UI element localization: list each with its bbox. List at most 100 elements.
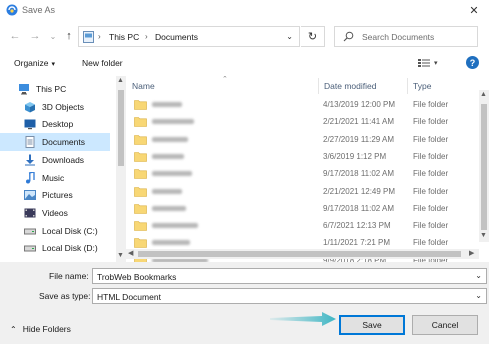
change-view-button[interactable]: ▾ — [418, 57, 438, 68]
videos-icon — [24, 208, 36, 218]
chevron-down-icon[interactable]: ⌄ — [475, 271, 482, 280]
nav-item-music[interactable]: Music — [0, 169, 110, 187]
nav-item-label: This PC — [36, 84, 67, 94]
save-as-type-select[interactable]: HTML Document ⌄ — [92, 288, 487, 304]
save-options-panel: File name: TrobWeb Bookmarks ⌄ Save as t… — [0, 262, 489, 344]
desktop-icon — [24, 119, 36, 130]
chevron-down-icon[interactable]: ⌄ — [286, 32, 293, 41]
nav-item-local-disk-d[interactable]: Local Disk (D:) — [0, 239, 110, 257]
view-options-icon — [418, 58, 430, 67]
file-type: File folder — [413, 221, 449, 231]
folder-icon — [134, 203, 147, 214]
scrollbar-thumb[interactable] — [118, 90, 124, 166]
back-arrow-icon[interactable]: ← — [8, 29, 22, 43]
command-bar: Organize ▾ New folder ▾ ? — [0, 52, 489, 74]
nav-item-local-disk-c[interactable]: Local Disk (C:) — [0, 222, 110, 240]
file-list-vertical-scrollbar[interactable]: ▲ ▼ — [479, 90, 489, 242]
folder-icon — [134, 100, 147, 110]
file-date: 2/21/2021 12:49 PM — [323, 186, 396, 196]
chevron-up-icon: ⌃ — [10, 324, 17, 334]
chevron-down-icon[interactable]: ⌄ — [475, 291, 482, 300]
file-list-horizontal-scrollbar[interactable]: ◀ ▶ — [126, 249, 479, 259]
cancel-button[interactable]: Cancel — [412, 315, 478, 335]
file-name-label: File name: — [49, 271, 89, 281]
crumb-documents[interactable]: Documents — [155, 32, 198, 42]
file-type: File folder — [413, 134, 449, 144]
file-row[interactable]: 9/17/2018 11:02 AM File folder — [126, 165, 476, 182]
file-row[interactable]: 2/27/2019 11:29 AM File folder — [126, 131, 476, 148]
scroll-up-icon[interactable]: ▲ — [117, 77, 124, 84]
scrollbar-thumb[interactable] — [481, 104, 487, 230]
scroll-right-icon[interactable]: ▶ — [469, 249, 474, 257]
file-row[interactable]: 2/21/2021 11:41 AM File folder — [126, 113, 476, 130]
search-input[interactable]: Search Documents — [334, 26, 478, 47]
nav-item-this-pc[interactable]: This PC — [0, 80, 110, 98]
crumb-separator-icon: › — [145, 32, 148, 41]
scroll-down-icon[interactable]: ▼ — [117, 252, 124, 259]
folder-icon — [134, 152, 147, 162]
documents-icon — [25, 136, 35, 149]
nav-item-3d-objects[interactable]: 3D Objects — [0, 98, 110, 116]
crumb-separator-icon: › — [98, 32, 101, 41]
refresh-icon: ↻ — [307, 31, 318, 43]
file-date: 4/13/2019 12:00 PM — [323, 100, 396, 109]
folder-location-icon — [83, 31, 94, 43]
scroll-up-icon[interactable]: ▲ — [480, 91, 487, 98]
close-button[interactable]: ✕ — [459, 0, 489, 20]
column-header-name[interactable]: Name — [132, 76, 155, 96]
refresh-button[interactable]: ↻ — [301, 26, 325, 47]
address-bar[interactable]: › This PC › Documents ⌄ — [78, 26, 300, 47]
organize-button[interactable]: Organize ▾ — [14, 58, 55, 68]
column-header-type[interactable]: Type — [413, 76, 431, 96]
file-date: 6/7/2021 12:13 PM — [323, 221, 391, 231]
new-folder-button[interactable]: New folder — [82, 58, 123, 68]
download-icon — [25, 154, 35, 166]
hide-folders-label: Hide Folders — [22, 324, 71, 334]
navigation-pane[interactable]: This PC 3D Objects Desktop Documents Downloa… — [0, 76, 116, 262]
title-bar: Save As ✕ — [0, 0, 489, 20]
help-button[interactable]: ? — [466, 56, 479, 69]
nav-item-downloads[interactable]: Downloads — [0, 151, 110, 169]
column-header-date[interactable]: Date modified — [324, 76, 376, 96]
scroll-left-icon[interactable]: ◀ — [128, 249, 133, 257]
file-row[interactable]: 2/21/2021 12:49 PM File folder — [126, 183, 476, 200]
file-row[interactable]: 6/7/2021 12:13 PM File folder — [126, 217, 476, 234]
nav-item-label: Local Disk (C:) — [42, 225, 98, 236]
column-divider[interactable] — [318, 78, 319, 94]
nav-item-desktop[interactable]: Desktop — [0, 115, 110, 133]
save-button[interactable]: Save — [339, 315, 405, 335]
file-list[interactable]: Name ⌃ Date modified Type 4/13/2019 12:0… — [126, 76, 489, 262]
nav-item-label: Desktop — [42, 119, 74, 130]
file-type: File folder — [413, 203, 449, 213]
recent-locations-icon[interactable]: ⌄ — [46, 29, 60, 43]
nav-item-label: Pictures — [42, 190, 73, 201]
file-type: File folder — [413, 100, 449, 109]
scroll-down-icon[interactable]: ▼ — [480, 232, 487, 239]
file-date: 3/6/2019 1:12 PM — [323, 151, 387, 161]
save-as-type-label: Save as type: — [39, 291, 91, 301]
file-row[interactable]: 4/13/2019 12:00 PM File folder — [126, 96, 476, 113]
file-row[interactable]: 3/6/2019 1:12 PM File folder — [126, 148, 476, 165]
navigation-scrollbar[interactable]: ▲ ▼ — [116, 76, 126, 262]
save-as-type-value: HTML Document — [97, 292, 161, 302]
caret-down-icon: ▾ — [434, 60, 438, 67]
nav-item-documents[interactable]: Documents — [0, 133, 110, 152]
nav-item-videos[interactable]: Videos — [0, 204, 110, 222]
search-icon — [343, 31, 354, 42]
crumb-this-pc[interactable]: This PC — [109, 32, 139, 42]
column-divider[interactable] — [407, 78, 408, 94]
up-arrow-icon[interactable]: ↑ — [62, 29, 76, 43]
file-name-input[interactable]: TrobWeb Bookmarks ⌄ — [92, 268, 487, 284]
forward-arrow-icon[interactable]: → — [28, 29, 42, 43]
file-row[interactable]: 9/17/2018 11:02 AM File folder — [126, 200, 476, 217]
file-name-redacted — [152, 153, 184, 159]
nav-item-pictures[interactable]: Pictures — [0, 186, 110, 204]
scrollbar-thumb[interactable] — [138, 251, 461, 257]
window-title: Save As — [22, 5, 56, 15]
file-name-redacted — [152, 136, 188, 142]
sort-arrow-icon: ⌃ — [222, 76, 228, 83]
file-name-redacted — [152, 119, 194, 125]
folder-icon — [134, 238, 147, 249]
search-placeholder: Search Documents — [362, 32, 435, 42]
hide-folders-toggle[interactable]: ⌃ Hide Folders — [10, 324, 71, 334]
